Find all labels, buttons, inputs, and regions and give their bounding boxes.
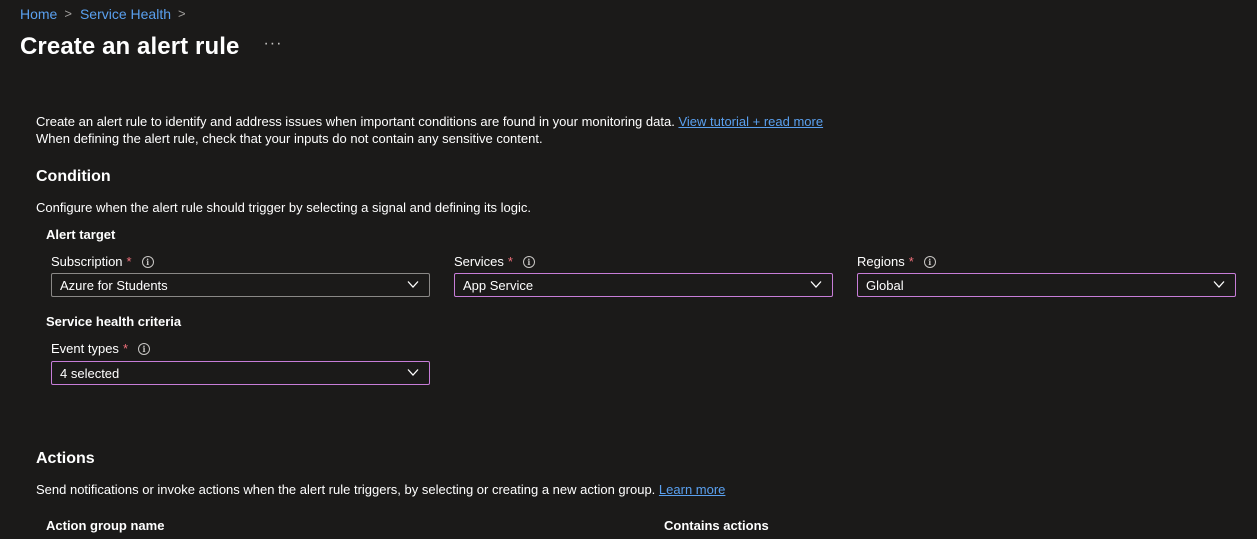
required-marker: * [126,254,132,269]
info-icon[interactable]: i [923,255,936,268]
services-dropdown[interactable]: App Service [454,273,833,297]
condition-description: Configure when the alert rule should tri… [36,200,532,215]
actions-description-text: Send notifications or invoke actions whe… [36,482,656,497]
more-options-button[interactable]: ··· [263,35,282,53]
required-marker: * [122,341,128,356]
chevron-right-icon: > [64,5,72,21]
required-marker: * [507,254,513,269]
chevron-down-icon [1213,281,1225,288]
service-health-criteria-heading: Service health criteria [46,314,182,329]
subscription-label-text: Subscription [51,254,123,269]
chevron-down-icon [407,369,419,376]
subscription-value: Azure for Students [60,277,168,293]
column-header-action-group-name: Action group name [46,518,165,533]
event-types-dropdown[interactable]: 4 selected [51,361,430,385]
intro-line-1: Create an alert rule to identify and add… [36,114,675,129]
regions-value: Global [866,277,904,293]
learn-more-link[interactable]: Learn more [659,482,725,497]
breadcrumb: Home > Service Health > [20,5,194,23]
actions-description: Send notifications or invoke actions whe… [36,482,725,497]
info-icon[interactable]: i [522,255,535,268]
condition-heading: Condition [36,168,111,185]
alert-target-heading: Alert target [46,227,116,242]
regions-label: Regions * i [857,254,936,269]
info-icon[interactable]: i [138,342,150,355]
column-header-contains-actions: Contains actions [664,518,769,533]
info-icon[interactable]: i [141,255,154,268]
chevron-right-icon: > [178,5,186,21]
regions-dropdown[interactable]: Global [857,273,1236,297]
chevron-down-icon [407,281,419,288]
breadcrumb-home-link[interactable]: Home [20,6,57,22]
event-types-label-text: Event types [51,341,119,356]
intro-text: Create an alert rule to identify and add… [36,113,1236,147]
page: Home > Service Health > Create an alert … [0,0,1257,539]
regions-label-text: Regions [857,254,905,269]
event-types-label: Event types * i [51,341,150,356]
view-tutorial-link[interactable]: View tutorial + read more [678,114,823,129]
services-label: Services * i [454,254,535,269]
breadcrumb-service-health-link[interactable]: Service Health [80,6,171,22]
subscription-label: Subscription * i [51,254,154,269]
required-marker: * [908,254,914,269]
services-label-text: Services [454,254,504,269]
event-types-value: 4 selected [60,365,120,381]
services-value: App Service [463,277,534,293]
subscription-dropdown[interactable]: Azure for Students [51,273,430,297]
page-title: Create an alert rule [20,33,240,60]
title-row: Create an alert rule ··· [20,33,282,61]
chevron-down-icon [810,281,822,288]
intro-line-2: When defining the alert rule, check that… [36,131,543,146]
actions-heading: Actions [36,450,95,467]
